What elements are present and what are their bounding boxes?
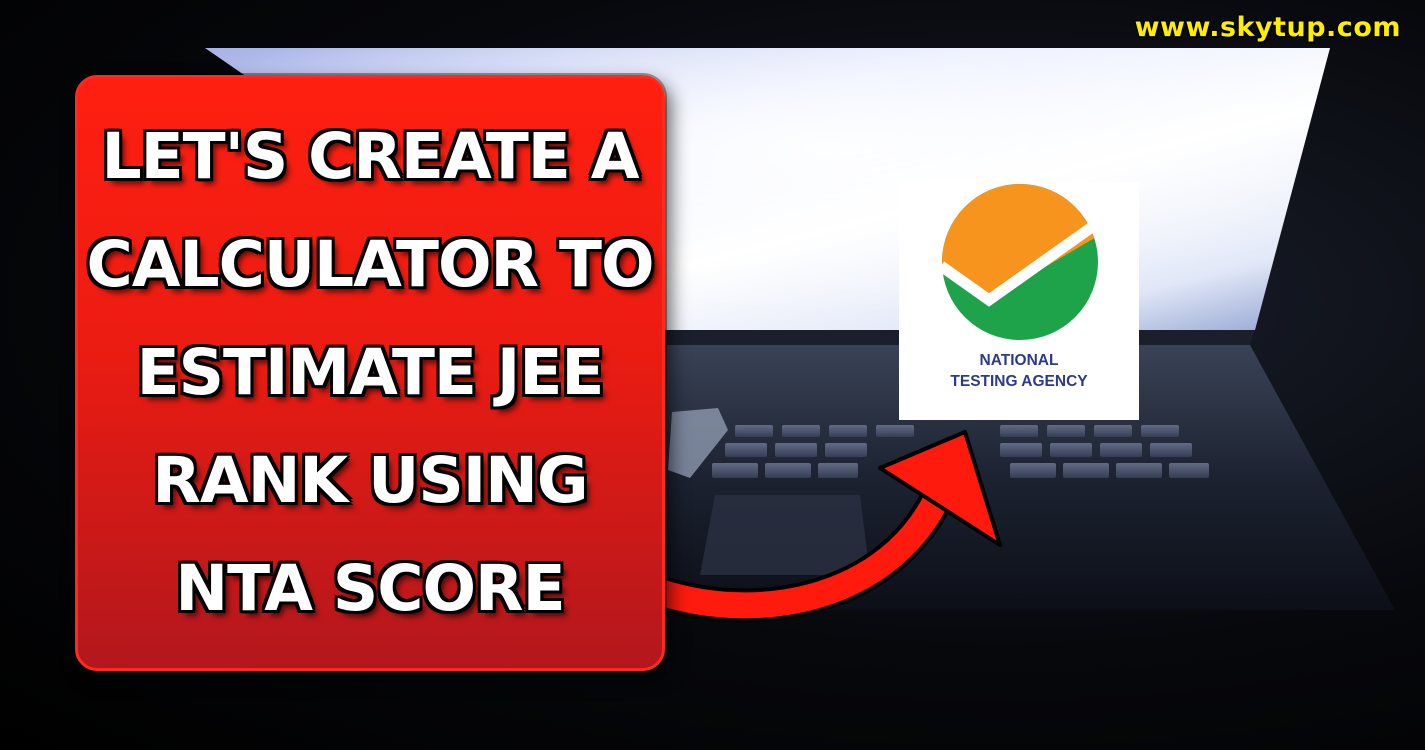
site-watermark: www.skytup.com (1134, 12, 1401, 43)
nta-logo-line-2: TESTING AGENCY (950, 373, 1088, 390)
nta-logo: NATIONAL TESTING AGENCY (899, 182, 1139, 420)
nta-emblem-icon (937, 184, 1103, 340)
thumbnail-canvas: www.skytup.com LET'S CREATE A CALCULATOR… (0, 0, 1425, 750)
touchpad (700, 495, 870, 575)
headline-card: LET'S CREATE A CALCULATOR TO ESTIMATE JE… (75, 75, 665, 671)
headline-line-3: ESTIMATE JEE (136, 336, 605, 409)
nta-logo-line-1: NATIONAL (979, 352, 1059, 369)
headline-line-5: NTA SCORE (175, 552, 565, 625)
headline-line-4: RANK USING (152, 444, 588, 517)
headline-line-2: CALCULATOR TO (86, 228, 654, 301)
headline-line-1: LET'S CREATE A (101, 120, 639, 193)
